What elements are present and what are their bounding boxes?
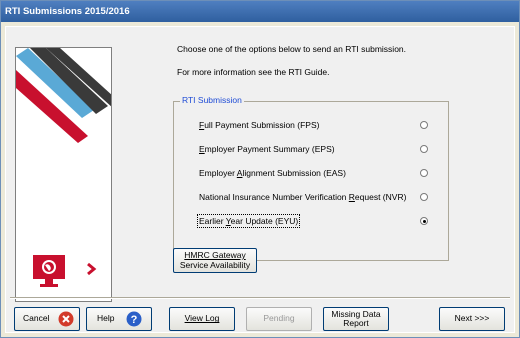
option-nvr-radio[interactable] — [420, 193, 428, 201]
svg-text:?: ? — [131, 314, 138, 326]
option-fps-radio[interactable] — [420, 121, 428, 129]
option-eyu-radio[interactable] — [420, 217, 428, 225]
side-graphic-panel — [15, 47, 112, 302]
option-eas-label[interactable]: Employer Alignment Submission (EAS) — [199, 168, 346, 178]
option-eps-label[interactable]: Employer Payment Summary (EPS) — [199, 144, 335, 154]
cancel-label: Cancel — [23, 313, 50, 324]
help-label: Help — [97, 313, 115, 324]
next-button[interactable]: Next >>> — [439, 307, 505, 331]
chevron-right-icon — [87, 262, 97, 276]
intro-line-1: Choose one of the options below to send … — [177, 44, 407, 54]
view-log-button[interactable]: View Log — [169, 307, 235, 331]
help-question-icon: ? — [126, 311, 142, 327]
monitor-globe-icon — [33, 255, 65, 287]
option-eps-radio[interactable] — [420, 145, 428, 153]
rti-submissions-window: RTI Submissions 2015/2016 Choose one of — [0, 0, 520, 338]
option-fps-label[interactable]: Full Payment Submission (FPS) — [199, 120, 319, 130]
client-area: Choose one of the options below to send … — [5, 26, 515, 333]
missing-data-report-button[interactable]: Missing Data Report — [323, 307, 389, 331]
option-eas-radio[interactable] — [420, 169, 428, 177]
cancel-button[interactable]: Cancel — [14, 307, 80, 331]
option-eyu-label[interactable]: Earlier Year Update (EYU) — [196, 214, 301, 228]
group-label: RTI Submission — [180, 95, 244, 105]
hmrc-gateway-button[interactable]: HMRC Gateway Service Availability — [173, 248, 257, 273]
pending-button[interactable]: Pending — [246, 307, 312, 331]
rti-submission-group: RTI Submission Full Payment Submission (… — [173, 95, 449, 261]
title-bar: RTI Submissions 2015/2016 — [1, 1, 519, 22]
separator — [10, 297, 510, 299]
option-nvr-label[interactable]: National Insurance Number Verification R… — [199, 192, 406, 202]
intro-line-2: For more information see the RTI Guide. — [177, 67, 330, 77]
cancel-x-icon — [58, 311, 74, 327]
help-button[interactable]: Help ? — [86, 307, 152, 331]
